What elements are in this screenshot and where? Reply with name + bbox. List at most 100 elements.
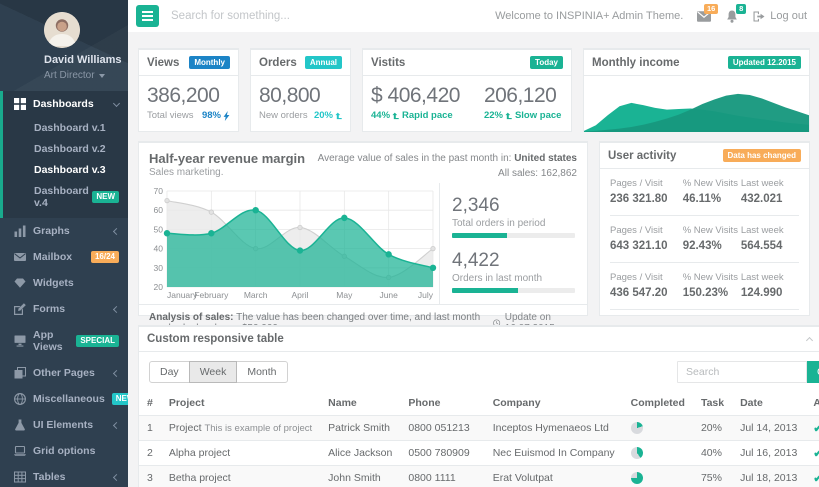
cell-phone: 0800 1111: [400, 466, 484, 487]
stats-row: Views Monthly 386,200 Total views 98%: [138, 48, 810, 132]
range-button-week[interactable]: Week: [189, 361, 238, 383]
range-button-month[interactable]: Month: [236, 361, 287, 383]
sidebar-item-widgets[interactable]: Widgets: [3, 270, 128, 296]
sidebar-item-label: Graphs: [33, 225, 70, 237]
table-row: 3Betha projectJohn Smith0800 1111Erat Vo…: [139, 466, 819, 487]
cell-phone: 0800 051213: [400, 416, 484, 441]
activity-row: Pages / Visit236 321.80% New Visits46.11…: [610, 169, 799, 216]
cell-completed: [623, 466, 693, 487]
nav-group-grid-options: Grid options: [0, 438, 128, 464]
sidebar-item-label: Tables: [33, 471, 65, 483]
svg-text:30: 30: [154, 263, 164, 273]
sidebar-badge: NEW: [92, 191, 119, 203]
activity-col-label: Last week: [741, 178, 799, 189]
profile-role-dropdown[interactable]: Art Director: [0, 70, 128, 81]
sidebar-item-label: Miscellaneous: [33, 393, 105, 405]
cell-date: Jul 14, 2013: [732, 416, 805, 441]
sidebar-item-dashboards[interactable]: Dashboards: [3, 91, 128, 117]
go-button[interactable]: Go!: [807, 361, 819, 383]
views-badge: Monthly: [189, 56, 230, 69]
orders-month-value: 4,422: [452, 250, 575, 272]
sidebar-item-forms[interactable]: Forms: [3, 296, 128, 322]
activity-col-label: % New Visits: [683, 225, 741, 236]
revenue-stats: 2,346 Total orders in period 4,422 Order…: [439, 183, 587, 304]
sidebar-subitem-label: Dashboard v.3: [34, 164, 106, 176]
sidebar-subitem-label: Dashboard v.4: [34, 185, 92, 209]
level-up-icon: [505, 111, 512, 121]
svg-text:February: February: [194, 290, 229, 300]
cell-project: Betha project: [161, 466, 320, 487]
visits-label-2: Slow pace: [515, 110, 561, 121]
nav-group-miscellaneous: MiscellaneousNEW: [0, 386, 128, 412]
sidebar-item-other-pages[interactable]: Other Pages: [3, 360, 128, 386]
cell-completed: [623, 441, 693, 466]
sidebar-subitem-label: Dashboard v.1: [34, 122, 106, 134]
svg-text:June: June: [379, 290, 398, 300]
cell-date: Jul 16, 2013: [732, 441, 805, 466]
activity-row: Pages / Visit643 321.10% New Visits92.43…: [610, 216, 799, 263]
column-header-action: Action: [805, 391, 819, 416]
bar-chart-icon: [14, 225, 26, 237]
activity-value: 436 547.20: [610, 287, 683, 299]
completed-pie-icon: [631, 447, 643, 459]
svg-text:20: 20: [154, 282, 164, 292]
sidebar-item-miscellaneous[interactable]: MiscellaneousNEW: [3, 386, 128, 412]
orders-month-progress: [452, 288, 575, 293]
welcome-text: Welcome to INSPINIA+ Admin Theme.: [495, 10, 683, 22]
action-check-icon[interactable]: ✔: [813, 473, 819, 485]
svg-text:March: March: [244, 290, 268, 300]
nav-group-dashboards: Dashboards Dashboard v.1 Dashboard v.2 Dash…: [0, 91, 128, 218]
visits-title: Vistits: [371, 57, 405, 69]
cell-phone: 0500 780909: [400, 441, 484, 466]
action-check-icon[interactable]: ✔: [813, 448, 819, 460]
revenue-panel: Half-year revenue margin Sales marketing…: [138, 141, 588, 316]
sidebar-item-label: App Views: [33, 329, 69, 353]
user-activity-badge: Data has changed: [723, 149, 801, 162]
sidebar-item-label: Widgets: [33, 277, 74, 289]
notifications-button[interactable]: 8: [725, 10, 739, 23]
messages-button[interactable]: 16: [697, 10, 711, 23]
sidebar-item-label: UI Elements: [33, 419, 93, 431]
table-search-input[interactable]: [677, 361, 807, 383]
menu-toggle-button[interactable]: [136, 5, 159, 27]
monthly-income-chart: [584, 76, 809, 132]
sidebar-item-graphs[interactable]: Graphs: [3, 218, 128, 244]
action-check-icon[interactable]: ✔: [813, 423, 819, 435]
nav-group-app-views: App ViewsSPECIAL: [0, 322, 128, 360]
globe-icon: [14, 393, 26, 405]
sidebar-item-app-views[interactable]: App ViewsSPECIAL: [3, 322, 128, 360]
activity-col-label: % New Visits: [683, 272, 741, 283]
dashboard-screen: David Williams Art Director DashboardsDa…: [0, 0, 819, 487]
middle-row: Half-year revenue margin Sales marketing…: [138, 141, 810, 316]
activity-cell: Last week564.554: [741, 225, 799, 252]
cell-task: 75%: [693, 466, 732, 487]
sidebar-item-label: Forms: [33, 303, 65, 315]
views-title: Views: [147, 57, 179, 69]
column-header-phone: Phone: [400, 391, 484, 416]
orders-value: 80,800: [259, 84, 342, 108]
sidebar-item-ui-elements[interactable]: UI Elements: [3, 412, 128, 438]
chevron-down-icon: [113, 99, 120, 106]
range-button-day[interactable]: Day: [149, 361, 190, 383]
sidebar-item-grid-options[interactable]: Grid options: [3, 438, 128, 464]
sidebar-subitem[interactable]: Dashboard v.1: [3, 117, 128, 138]
activity-col-label: Last week: [741, 225, 799, 236]
logout-button[interactable]: Log out: [753, 10, 807, 22]
sidebar-subitem[interactable]: Dashboard v.4NEW: [3, 180, 128, 213]
cell-completed: [623, 416, 693, 441]
activity-cell: Last week124.990: [741, 272, 799, 299]
sidebar-subitem[interactable]: Dashboard v.3: [3, 159, 128, 180]
sidebar-item-tables[interactable]: Tables: [3, 464, 128, 487]
avatar[interactable]: [44, 12, 80, 48]
caret-down-icon: [99, 74, 105, 78]
sidebar-item-mailbox[interactable]: Mailbox16/24: [3, 244, 128, 270]
sidebar-subitem[interactable]: Dashboard v.2: [3, 138, 128, 159]
visits-label-1: Rapid pace: [402, 110, 453, 121]
logout-label: Log out: [770, 10, 807, 22]
laptop-icon: [14, 445, 26, 457]
projects-table: #ProjectNamePhoneCompanyCompletedTaskDat…: [139, 391, 819, 487]
all-sales: All sales: 162,862: [318, 166, 577, 181]
search-input[interactable]: [171, 10, 371, 22]
collapse-button[interactable]: [807, 336, 812, 343]
visits-percent-1: 44%: [371, 110, 399, 121]
